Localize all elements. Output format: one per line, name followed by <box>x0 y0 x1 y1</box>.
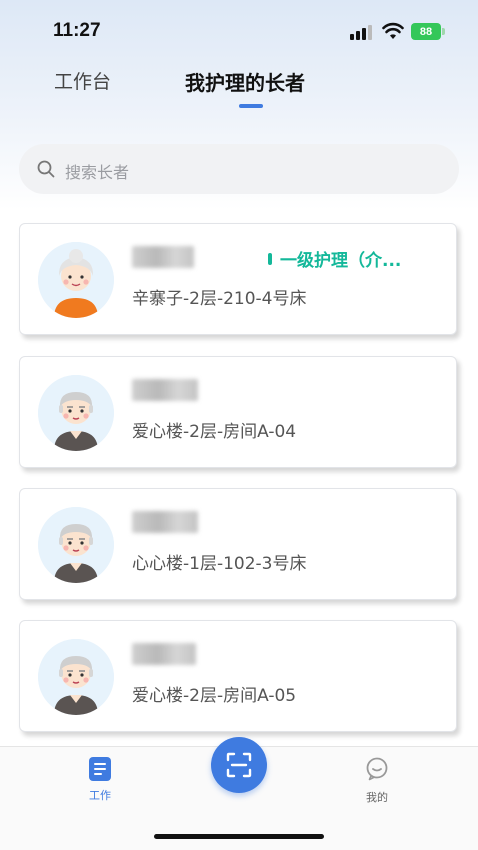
battery-icon: 88 <box>411 23 441 40</box>
elder-name-redacted <box>132 511 198 533</box>
elder-card[interactable]: 一级护理（介... 辛寨子-2层-210-4号床 <box>19 223 457 335</box>
elderly-woman-avatar <box>38 242 114 318</box>
nav-mine-label: 我的 <box>366 791 388 804</box>
status-time: 11:27 <box>53 20 101 41</box>
elder-location: 爱心楼-2层-房间A-04 <box>132 422 297 442</box>
elderly-man-avatar <box>38 639 114 715</box>
chat-bubble-icon <box>366 757 388 781</box>
elder-card[interactable]: 爱心楼-2层-房间A-04 <box>19 356 457 468</box>
elderly-man-avatar <box>38 375 114 451</box>
search-placeholder: 搜索长者 <box>65 163 130 182</box>
status-bar: 11:27 88 <box>0 0 478 60</box>
search-input[interactable]: 搜索长者 <box>19 144 459 194</box>
scan-button[interactable] <box>211 737 267 793</box>
elder-location: 心心楼-1层-102-3号床 <box>132 554 307 574</box>
elder-location: 辛寨子-2层-210-4号床 <box>132 289 307 309</box>
care-level-text: 一级护理（介... <box>280 251 402 271</box>
document-icon <box>89 757 111 781</box>
elder-card[interactable]: 爱心楼-2层-房间A-05 <box>19 620 457 732</box>
tab-workbench[interactable]: 工作台 <box>54 67 111 94</box>
search-icon <box>37 160 55 178</box>
home-indicator <box>154 834 324 839</box>
care-level-badge: 一级护理（介... <box>268 246 401 271</box>
active-tab-indicator <box>239 104 263 108</box>
nav-work[interactable]: 工作 <box>82 757 118 803</box>
battery-level: 88 <box>419 25 433 38</box>
elder-card[interactable]: 心心楼-1层-102-3号床 <box>19 488 457 600</box>
elder-name-redacted <box>132 246 194 268</box>
tab-my-elders[interactable]: 我护理的长者 <box>185 67 305 96</box>
battery-cap <box>442 28 445 35</box>
elderly-man-avatar <box>38 507 114 583</box>
cellular-signal-icon <box>350 24 372 40</box>
nav-mine[interactable]: 我的 <box>359 757 395 805</box>
care-level-dot <box>268 252 272 265</box>
elder-location: 爱心楼-2层-房间A-05 <box>132 686 297 706</box>
elder-name-redacted <box>132 379 198 401</box>
nav-work-label: 工作 <box>89 789 111 802</box>
scan-icon <box>226 752 252 778</box>
elder-name-redacted <box>132 643 196 665</box>
wifi-icon <box>382 22 404 39</box>
